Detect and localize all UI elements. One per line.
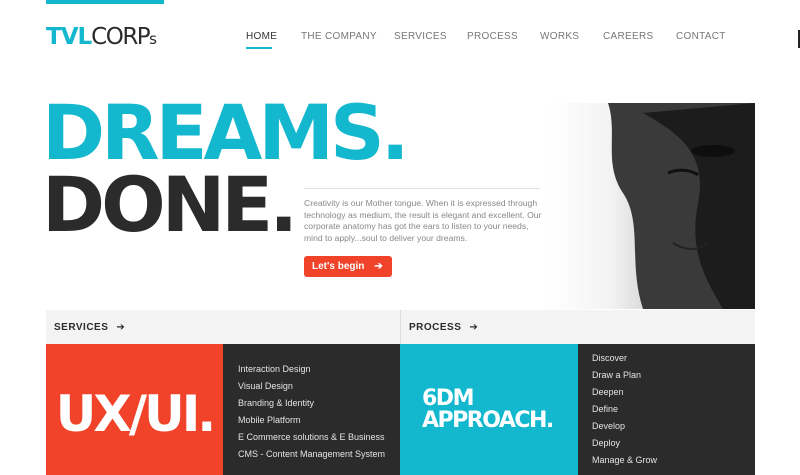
lets-begin-button[interactable]: Let's begin ➔ — [304, 256, 392, 277]
6dm-tile-line-1: 6DM — [422, 385, 474, 411]
6dm-approach-tile[interactable]: 6DM APPROACH. — [400, 344, 578, 475]
services-list-item[interactable]: Mobile Platform — [238, 412, 400, 429]
process-bar[interactable]: PROCESS ➔ — [401, 310, 755, 344]
process-list-item[interactable]: Manage & Grow — [592, 452, 755, 469]
nav-careers[interactable]: CAREERS — [603, 31, 653, 42]
process-list-item[interactable]: Discover — [592, 350, 755, 367]
hero-divider — [304, 188, 540, 189]
process-list-item[interactable]: Deploy — [592, 435, 755, 452]
arrow-right-icon: ➔ — [469, 321, 478, 333]
services-list-item[interactable]: CMS - Content Management System — [238, 446, 400, 463]
nav-contact[interactable]: CONTACT — [676, 31, 726, 42]
process-title: PROCESS — [409, 321, 462, 333]
nav-the-company[interactable]: THE COMPANY — [301, 31, 377, 42]
hero-body-text: Creativity is our Mother tongue. When it… — [304, 198, 542, 243]
arrow-right-icon: ➔ — [374, 261, 383, 272]
process-list-item[interactable]: Define — [592, 401, 755, 418]
hero-headline-done: DONE. — [42, 160, 298, 249]
uxui-tile-text: UX/UI. — [55, 384, 217, 443]
services-list-item[interactable]: Interaction Design — [238, 361, 400, 378]
services-list-item[interactable]: Branding & Identity — [238, 395, 400, 412]
portrait-illustration — [608, 103, 755, 309]
uxui-tile[interactable]: UX/UI. — [46, 344, 223, 475]
process-list-item[interactable]: Develop — [592, 418, 755, 435]
nav-services[interactable]: SERVICES — [394, 31, 447, 42]
top-accent-bar — [46, 0, 164, 4]
main-nav: HOME THE COMPANY SERVICES PROCESS WORKS … — [0, 31, 800, 51]
nav-home[interactable]: HOME — [246, 31, 277, 42]
process-list-item[interactable]: Draw a Plan — [592, 367, 755, 384]
services-bar[interactable]: SERVICES ➔ — [46, 310, 400, 344]
nav-works[interactable]: WORKS — [540, 31, 579, 42]
arrow-right-icon: ➔ — [116, 321, 125, 333]
services-list-item[interactable]: Visual Design — [238, 378, 400, 395]
nav-active-indicator — [246, 47, 272, 49]
services-list-item[interactable]: E Commerce solutions & E Business — [238, 429, 400, 446]
process-list-item[interactable]: Deepen — [592, 384, 755, 401]
hero-portrait-photo — [548, 103, 755, 309]
cta-label: Let's begin — [312, 261, 365, 272]
process-list: Discover Draw a Plan Deepen Define Devel… — [578, 344, 755, 475]
services-title: SERVICES — [54, 321, 109, 333]
nav-process[interactable]: PROCESS — [467, 31, 518, 42]
6dm-tile-line-2: APPROACH. — [422, 407, 554, 433]
services-list: Interaction Design Visual Design Brandin… — [223, 344, 400, 475]
